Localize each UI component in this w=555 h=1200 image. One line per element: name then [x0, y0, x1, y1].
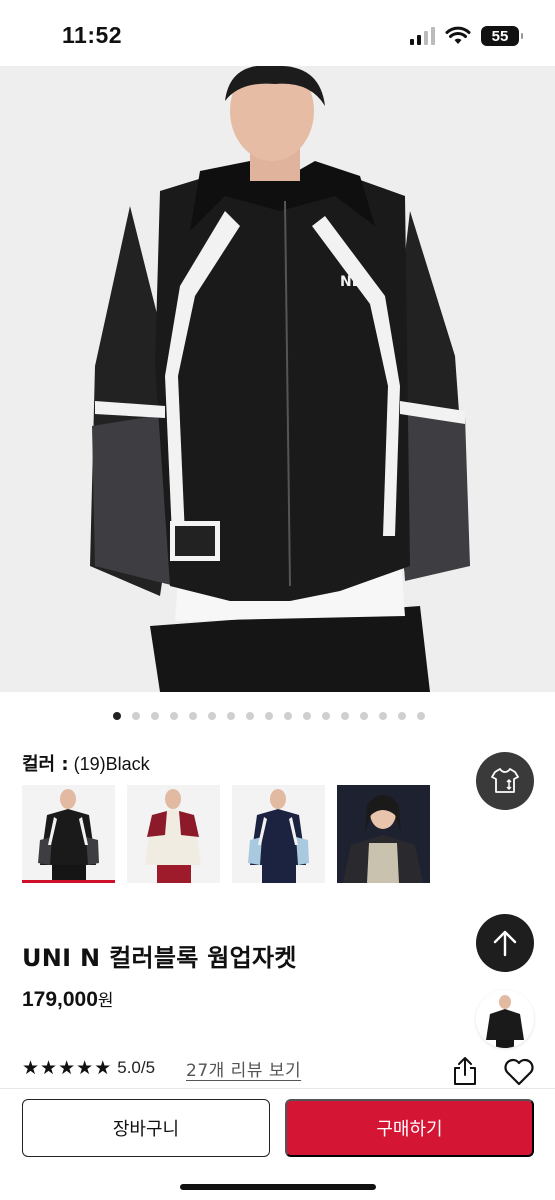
- swatch-black-image: [22, 785, 115, 880]
- star-icon: ★: [94, 1057, 112, 1079]
- carousel-dot[interactable]: [398, 712, 406, 720]
- cellular-signal-icon: [410, 27, 435, 45]
- carousel-dot[interactable]: [360, 712, 368, 720]
- carousel-dot[interactable]: [284, 712, 292, 720]
- scroll-to-top-button[interactable]: [476, 914, 534, 972]
- carousel-dot[interactable]: [132, 712, 140, 720]
- rating-value: 5.0/5: [117, 1058, 156, 1077]
- color-swatch-red-cream[interactable]: [127, 785, 220, 883]
- buy-now-button[interactable]: 구매하기: [285, 1099, 534, 1157]
- carousel-dot[interactable]: [341, 712, 349, 720]
- product-price: 179,000원: [22, 986, 114, 1012]
- status-time: 11:52: [62, 22, 123, 48]
- recently-viewed-thumbnail[interactable]: [476, 990, 534, 1048]
- carousel-dot[interactable]: [189, 712, 197, 720]
- carousel-dot[interactable]: [322, 712, 330, 720]
- color-swatch-navy-skyblue[interactable]: [232, 785, 325, 883]
- arrow-up-icon: [493, 930, 517, 957]
- product-image-carousel[interactable]: NB: [0, 66, 555, 692]
- product-photo: NB: [0, 66, 555, 692]
- carousel-dot[interactable]: [246, 712, 254, 720]
- tshirt-size-icon: [491, 768, 519, 793]
- wishlist-heart-icon[interactable]: [503, 1058, 535, 1086]
- size-guide-button[interactable]: [476, 752, 534, 810]
- carousel-dot[interactable]: [379, 712, 387, 720]
- carousel-dot[interactable]: [417, 712, 425, 720]
- carousel-dot-active[interactable]: [113, 712, 121, 720]
- bottom-action-bar: 장바구니 구매하기: [0, 1088, 555, 1200]
- view-reviews-link[interactable]: 27개 리뷰 보기: [186, 1056, 301, 1081]
- star-icon: ★: [22, 1057, 40, 1079]
- carousel-dot[interactable]: [265, 712, 273, 720]
- wifi-icon: [445, 26, 471, 44]
- carousel-pagination: [113, 712, 425, 720]
- rating-summary: ★ ★ ★ ★ ★ 5.0/5: [22, 1058, 155, 1078]
- color-label: 컬러 : (19)Black: [22, 750, 150, 776]
- carousel-dot[interactable]: [227, 712, 235, 720]
- carousel-dot[interactable]: [303, 712, 311, 720]
- status-bar: 11:52 55: [0, 0, 555, 66]
- carousel-dot[interactable]: [151, 712, 159, 720]
- swatch-red-image: [127, 785, 220, 883]
- color-swatch-grey-black[interactable]: [337, 785, 430, 883]
- share-icon[interactable]: [452, 1056, 478, 1086]
- battery-level: 55: [491, 27, 509, 45]
- status-icons: 55: [410, 26, 523, 46]
- color-swatch-list: [22, 785, 430, 883]
- star-rating: ★ ★ ★ ★ ★: [22, 1059, 111, 1078]
- carousel-dot[interactable]: [170, 712, 178, 720]
- swatch-navy-image: [232, 785, 325, 883]
- price-currency: 원: [97, 991, 114, 1011]
- color-label-key: 컬러 :: [22, 754, 69, 775]
- recent-product-image: [476, 990, 534, 1048]
- price-amount: 179,000: [22, 988, 98, 1011]
- color-label-value: (19)Black: [73, 754, 150, 774]
- add-to-cart-button[interactable]: 장바구니: [22, 1099, 270, 1157]
- battery-icon: 55: [481, 26, 523, 46]
- swatch-grey-image: [337, 785, 430, 883]
- color-swatch-black[interactable]: [22, 785, 115, 883]
- star-icon: ★: [40, 1057, 58, 1079]
- star-icon: ★: [58, 1057, 76, 1079]
- svg-text:NB: NB: [340, 274, 362, 290]
- star-icon: ★: [76, 1057, 94, 1079]
- carousel-dot[interactable]: [208, 712, 216, 720]
- product-title: UNI N 컬러블록 웜업자켓: [22, 944, 297, 972]
- home-indicator: [180, 1184, 376, 1190]
